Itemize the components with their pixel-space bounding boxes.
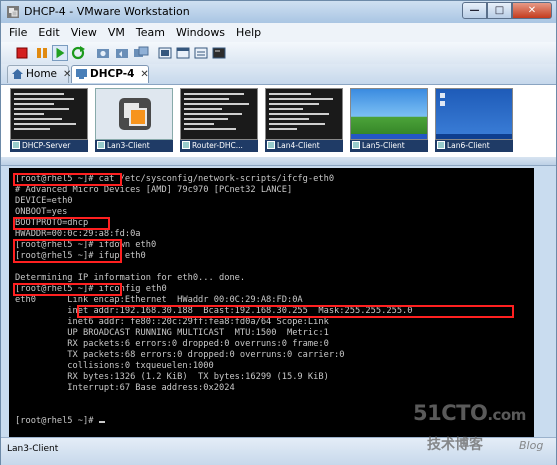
thumbnail-label-text: Lan3-Client: [107, 141, 150, 150]
reset-icon[interactable]: [70, 45, 86, 61]
console-line: # Advanced Micro Devices [AMD] 79c970 [P…: [15, 185, 293, 195]
menu-team[interactable]: Team: [136, 26, 165, 39]
snapshot-manager-icon[interactable]: [133, 45, 149, 61]
thumbnail-label: Lan4-Client: [265, 140, 343, 152]
console-line: RX bytes:1326 (1.2 KiB) TX bytes:16299 (…: [15, 372, 329, 382]
thumbnail-label: Router-DHC...: [180, 140, 258, 152]
console-line: collisions:0 txqueuelen:1000: [15, 361, 214, 371]
thumbnail-screen: [265, 88, 343, 140]
menu-vm[interactable]: VM: [108, 26, 125, 39]
watermark-site: 51CTO: [413, 401, 488, 425]
watermark-domain: .com: [487, 406, 526, 424]
vm-console[interactable]: [root@rhel5 ~]# cat /etc/sysconfig/netwo…: [9, 168, 534, 437]
thumbnail-screen: [435, 88, 513, 140]
thumbnail-splitter[interactable]: [1, 157, 556, 166]
menu-bar: File Edit View VM Team Windows Help: [1, 23, 556, 43]
highlight-box: [13, 173, 122, 186]
vm-thumbnail-strip: DHCP-Server Lan3-Client Router-DHC... La…: [1, 85, 556, 157]
console-prompt-line: [root@rhel5 ~]#: [15, 416, 105, 427]
home-icon: [12, 69, 23, 79]
menu-help[interactable]: Help: [236, 26, 261, 39]
highlight-box: [13, 239, 122, 263]
status-vm-label: Lan3-Client: [7, 444, 59, 454]
window-title: DHCP-4 - VMware Workstation: [24, 5, 190, 18]
power-on-icon[interactable]: [52, 45, 68, 61]
tab-bar: Home ✕ DHCP-4 ✕: [1, 64, 556, 85]
watermark-blog: Blog: [519, 439, 544, 452]
snapshot-icon[interactable]: [95, 45, 111, 61]
console-line: inet6 addr: fe80::20c:29ff:fea8:fd0a/64 …: [15, 317, 329, 327]
vmware-logo-icon: [119, 98, 151, 130]
close-button[interactable]: ✕: [512, 2, 552, 19]
thumbnail-screen: [95, 88, 173, 140]
console-side-panel: [536, 168, 556, 437]
vm-thumbnail[interactable]: Lan5-Client: [350, 88, 428, 152]
thumbnail-screen: [350, 88, 428, 140]
menu-windows[interactable]: Windows: [176, 26, 225, 39]
thumbnail-label: DHCP-Server: [10, 140, 88, 152]
quick-switch-icon[interactable]: [175, 45, 191, 61]
tab-dhcp-4-close-icon[interactable]: ✕: [140, 66, 148, 83]
highlight-box: [13, 283, 122, 296]
console-cursor: [98, 421, 105, 423]
tab-dhcp-4[interactable]: DHCP-4 ✕: [71, 65, 149, 83]
highlight-box: [13, 217, 110, 230]
thumbnail-label: Lan3-Client: [95, 140, 173, 152]
console-line: UP BROADCAST RUNNING MULTICAST MTU:1500 …: [15, 328, 329, 338]
vm-thumbnail[interactable]: Lan4-Client: [265, 88, 343, 152]
menu-edit[interactable]: Edit: [38, 26, 59, 39]
thumbnail-label: Lan5-Client: [350, 140, 428, 152]
vm-icon: [76, 69, 87, 79]
console-view-icon[interactable]: [211, 45, 227, 61]
vm-thumbnail[interactable]: Router-DHC...: [180, 88, 258, 152]
tab-home-label: Home: [26, 68, 58, 80]
highlight-box: [77, 305, 514, 318]
thumbnail-label-text: Lan6-Client: [447, 141, 490, 150]
console-line: DEVICE=eth0: [15, 196, 73, 206]
menu-view[interactable]: View: [71, 26, 97, 39]
watermark-subtitle: 技术博客: [427, 437, 483, 453]
console-prompt: [root@rhel5 ~]#: [15, 416, 99, 426]
minimize-button[interactable]: —: [462, 2, 487, 19]
summary-view-icon[interactable]: [193, 45, 209, 61]
vm-thumbnail[interactable]: Lan6-Client: [435, 88, 513, 152]
thumbnail-label-text: DHCP-Server: [22, 141, 71, 150]
thumbnail-label-text: Lan4-Client: [277, 141, 320, 150]
power-off-icon[interactable]: [14, 45, 30, 61]
vmware-icon: [7, 6, 19, 18]
thumbnail-label-text: Router-DHC...: [192, 141, 243, 150]
vm-thumbnail[interactable]: Lan3-Client: [95, 88, 173, 152]
thumbnail-screen: [180, 88, 258, 140]
title-bar[interactable]: DHCP-4 - VMware Workstation — □ ✕: [1, 1, 556, 23]
watermark-logo: 51CTO.com: [413, 401, 526, 425]
tab-home[interactable]: Home ✕: [7, 65, 71, 83]
revert-snapshot-icon[interactable]: [114, 45, 130, 61]
maximize-button[interactable]: □: [487, 2, 512, 19]
console-line: TX packets:68 errors:0 dropped:0 overrun…: [15, 350, 345, 360]
thumbnail-label-text: Lan5-Client: [362, 141, 405, 150]
toolbar: [1, 42, 556, 65]
console-line: Interrupt:67 Base address:0x2024: [15, 383, 235, 393]
tab-dhcp-4-label: DHCP-4: [90, 68, 135, 80]
full-screen-icon[interactable]: [157, 45, 173, 61]
thumbnail-screen: [10, 88, 88, 140]
vmware-window: DHCP-4 - VMware Workstation — □ ✕ File E…: [0, 0, 557, 465]
vm-thumbnail[interactable]: DHCP-Server: [10, 88, 88, 152]
thumbnail-label: Lan6-Client: [435, 140, 513, 152]
suspend-icon[interactable]: [34, 45, 50, 61]
menu-file[interactable]: File: [9, 26, 27, 39]
console-line: RX packets:6 errors:0 dropped:0 overruns…: [15, 339, 329, 349]
